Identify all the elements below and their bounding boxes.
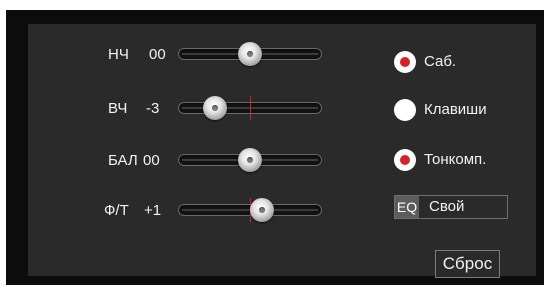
slider-row-bass: НЧ 00 [28,40,358,70]
radio-button-checked[interactable] [394,149,416,171]
radio-dot [400,57,410,67]
option-label-subwoofer: Саб. [424,53,457,70]
balance-slider-thumb[interactable] [238,148,262,172]
option-label-keys: Клавиши [424,101,487,118]
option-label-loudness: Тонкомп. [424,151,487,168]
slider-row-treble: ВЧ -3 [28,94,358,124]
slider-value-balance: 00 [143,152,160,169]
eq-preset-selector[interactable]: EQ Свой [394,195,508,219]
bass-slider-track[interactable] [178,42,322,66]
radio-dot [400,155,410,165]
slider-value-bass: 00 [149,46,166,63]
slider-label-bass: НЧ [108,46,129,63]
eq-tag: EQ [395,196,419,218]
radio-button-unchecked[interactable] [394,99,416,121]
slider-row-balance: БАЛ 00 [28,146,358,176]
audio-settings-panel: НЧ 00 ВЧ -3 БАЛ 00 Ф/Т +1 Саб. Клавиши Т… [28,24,536,278]
slider-row-fader: Ф/Т +1 [28,196,358,226]
fader-slider-track[interactable] [178,198,322,222]
slider-label-fader: Ф/Т [104,202,129,219]
audio-settings-window: НЧ 00 ВЧ -3 БАЛ 00 Ф/Т +1 Саб. Клавиши Т… [6,10,544,285]
reset-button[interactable]: Сброс [435,250,500,278]
option-subwoofer[interactable]: Саб. [394,51,544,75]
balance-slider-track[interactable] [178,148,322,172]
option-keys[interactable]: Клавиши [394,99,544,123]
center-marker [250,96,251,120]
eq-preset-value: Свой [429,198,465,215]
treble-slider-track[interactable] [178,96,322,120]
treble-slider-thumb[interactable] [203,96,228,120]
slider-label-treble: ВЧ [108,100,128,117]
fader-slider-thumb[interactable] [249,198,274,222]
radio-button-checked[interactable] [394,51,416,73]
bass-slider-thumb[interactable] [238,42,262,66]
slider-value-fader: +1 [144,202,162,219]
slider-value-treble: -3 [146,100,160,117]
slider-label-balance: БАЛ [108,152,138,169]
option-loudness[interactable]: Тонкомп. [394,149,544,173]
